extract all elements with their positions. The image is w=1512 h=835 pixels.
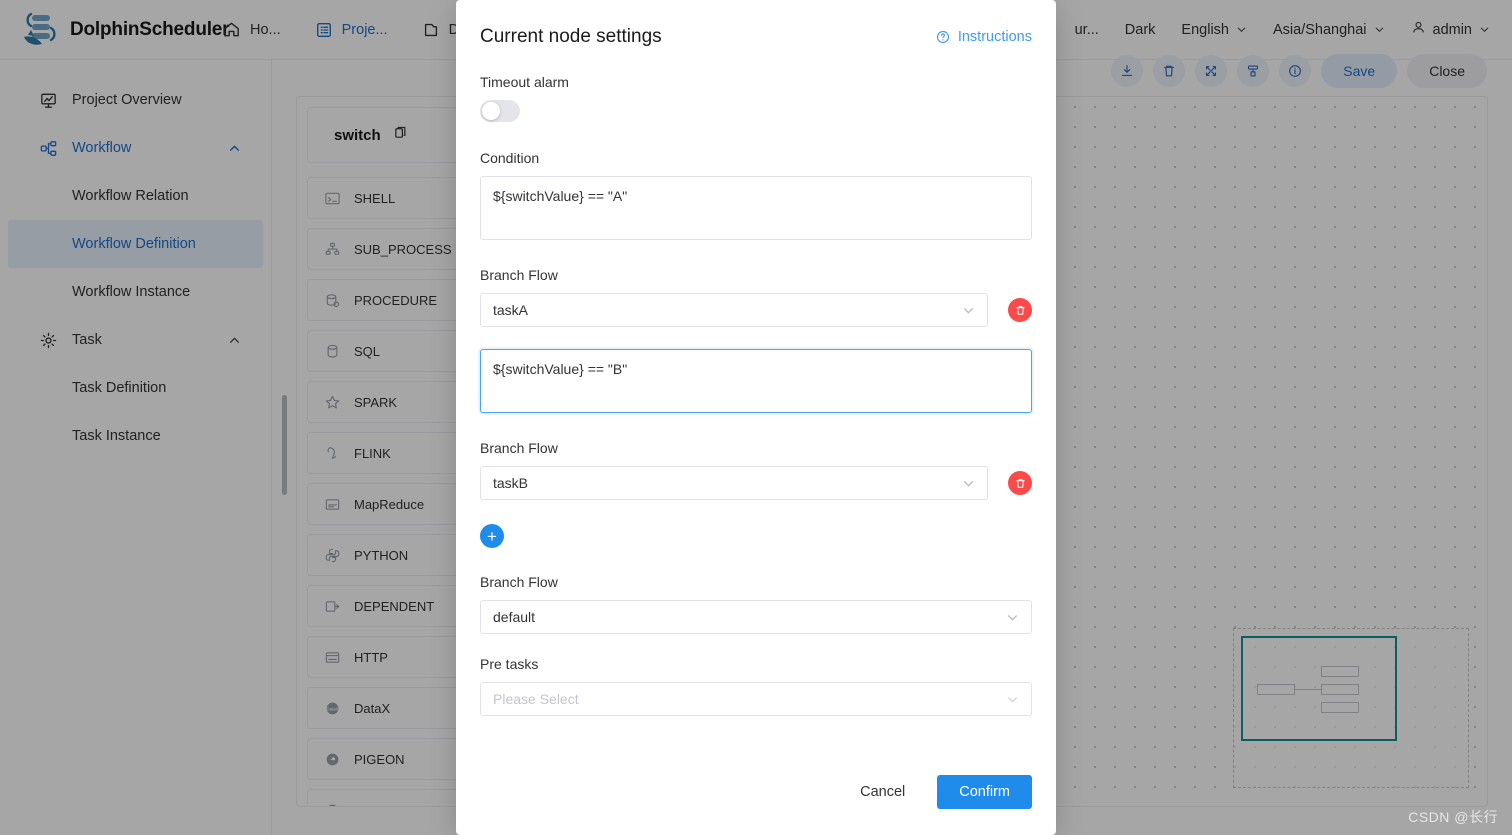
question-circle-icon [935,29,951,45]
plus-icon: + [487,528,497,545]
chevron-down-icon [962,304,975,317]
trash-icon [1014,477,1027,490]
chevron-down-icon [1006,693,1019,706]
trash-icon [1014,304,1027,317]
condition-input-1[interactable] [480,349,1032,413]
toggle-knob [482,102,500,120]
branch-flow-value-1: taskB [493,475,528,491]
instructions-label: Instructions [958,29,1032,45]
cancel-button[interactable]: Cancel [842,775,923,809]
delete-branch-button-1[interactable] [1008,471,1032,495]
dialog-header: Current node settings Instructions [456,0,1056,74]
pre-tasks-select[interactable]: Please Select [480,682,1032,716]
branch-flow-select-1[interactable]: taskB [480,466,988,500]
default-branch-flow-value: default [493,609,535,625]
dialog-footer: Cancel Confirm [456,753,1056,835]
pre-tasks-label: Pre tasks [480,656,1032,672]
chevron-down-icon [1006,611,1019,624]
branch-flow-select-0[interactable]: taskA [480,293,988,327]
confirm-button[interactable]: Confirm [937,775,1032,809]
branch-flow-label-0: Branch Flow [480,267,1032,283]
dialog-body: Timeout alarm Condition Branch Flow task… [456,74,1056,753]
chevron-down-icon [962,477,975,490]
current-node-settings-dialog: Current node settings Instructions Timeo… [456,0,1056,835]
branch-flow-row-0: taskA [480,293,1032,327]
default-branch-flow-select[interactable]: default [480,600,1032,634]
timeout-alarm-label: Timeout alarm [480,74,1032,90]
instructions-link[interactable]: Instructions [935,29,1032,45]
condition-input-0[interactable] [480,176,1032,240]
branch-flow-row-1: taskB [480,466,1032,500]
branch-flow-label-1: Branch Flow [480,440,1032,456]
timeout-alarm-toggle[interactable] [480,100,520,122]
watermark: CSDN @长行 [1408,807,1498,827]
condition-label: Condition [480,150,1032,166]
branch-flow-value-0: taskA [493,302,528,318]
pre-tasks-placeholder: Please Select [493,691,579,707]
dialog-title: Current node settings [480,26,662,48]
default-branch-flow-label: Branch Flow [480,574,1032,590]
delete-branch-button-0[interactable] [1008,298,1032,322]
add-branch-button[interactable]: + [480,524,504,548]
